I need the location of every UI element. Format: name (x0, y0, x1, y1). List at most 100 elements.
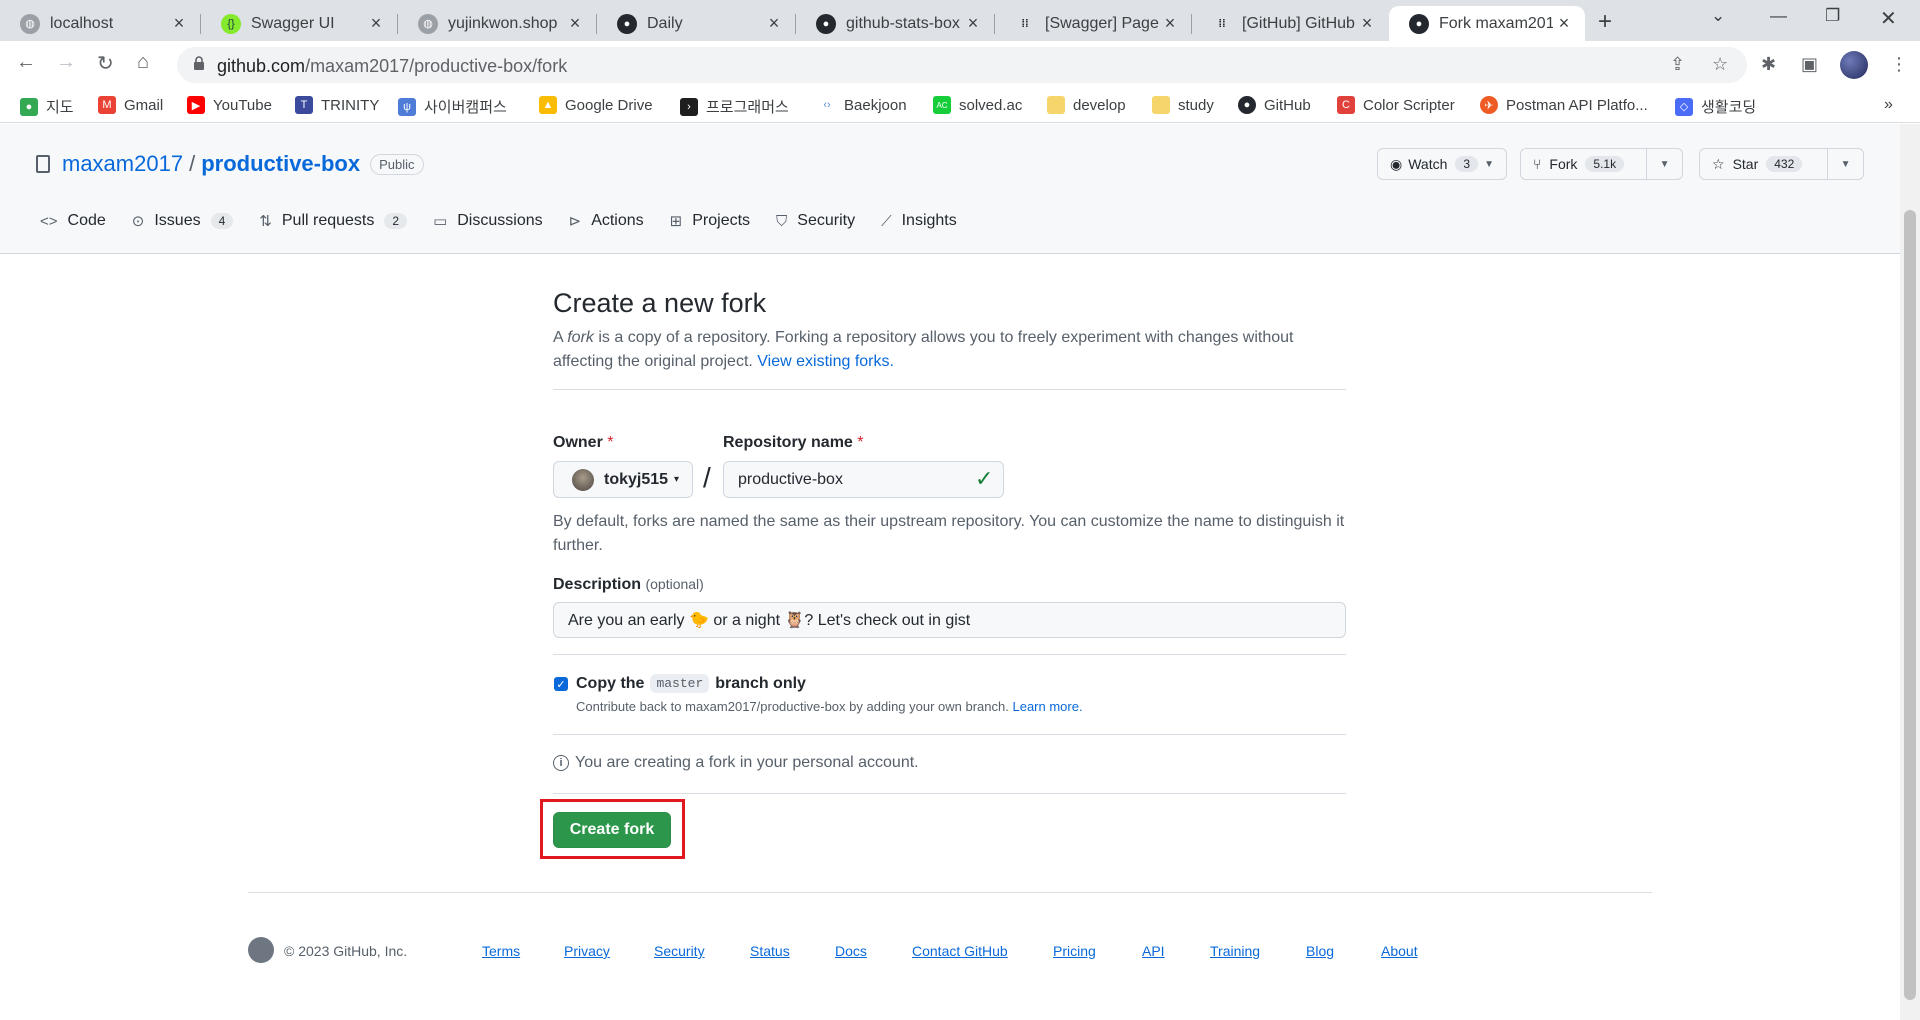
reload-icon[interactable]: ↻ (97, 51, 114, 76)
learn-more-link[interactable]: Learn more. (1012, 699, 1082, 714)
star-button-group: ☆ Star 432 ▼ (1699, 148, 1864, 180)
bookmark-item[interactable]: ● GitHub (1238, 96, 1311, 114)
tab-actions[interactable]: ⊳ Actions (569, 212, 644, 230)
footer-link-contact[interactable]: Contact GitHub (912, 943, 1008, 959)
tab-label: Daily (647, 14, 683, 32)
browser-tab[interactable]: ⁞⁞ [Swagger] Pageab × (995, 6, 1191, 41)
url-text: github.com/maxam2017/productive-box/fork (217, 56, 568, 76)
bookmark-item[interactable]: ‹› Baekjoon (818, 96, 907, 114)
footer-link-pricing[interactable]: Pricing (1053, 943, 1096, 959)
tab-label: Projects (692, 212, 751, 229)
description-input[interactable] (553, 602, 1346, 638)
pull-request-icon: ⇅ (259, 213, 272, 230)
bookmark-item[interactable]: ● 지도 (20, 96, 74, 117)
footer-link-privacy[interactable]: Privacy (564, 943, 610, 959)
bookmark-item[interactable]: develop (1047, 96, 1126, 114)
browser-tab[interactable]: ◍ yujinkwon.shop × (398, 6, 596, 41)
opentutorials-icon: ◇ (1675, 97, 1693, 116)
repo-owner-link[interactable]: maxam2017 (62, 151, 183, 177)
tab-security[interactable]: ⛉ Security (776, 212, 855, 230)
close-icon[interactable]: × (365, 13, 387, 34)
extensions-icon[interactable]: ✱ (1761, 54, 1776, 75)
repo-name-input[interactable] (723, 461, 1004, 498)
bookmark-item[interactable]: ✈ Postman API Platfo... (1480, 96, 1648, 114)
copyright: © 2023 GitHub, Inc. (284, 943, 408, 959)
footer-link-blog[interactable]: Blog (1306, 943, 1334, 959)
tab-label: yujinkwon.shop (448, 14, 558, 32)
tab-projects[interactable]: ⊞ Projects (670, 212, 750, 230)
close-icon[interactable]: × (168, 13, 190, 34)
fork-dropdown-button[interactable]: ▼ (1646, 149, 1682, 179)
back-icon[interactable]: ← (16, 51, 36, 74)
star-button[interactable]: ☆ Star 432 (1700, 149, 1827, 179)
more-bookmarks-icon[interactable]: » (1884, 96, 1893, 114)
bookmark-item[interactable]: study (1152, 96, 1214, 114)
close-icon[interactable]: × (763, 13, 785, 34)
browser-tab[interactable]: ⁞⁞ [GitHub] GitHub × (1192, 6, 1388, 41)
close-icon[interactable]: × (1553, 13, 1575, 34)
address-bar[interactable]: github.com/maxam2017/productive-box/fork (177, 47, 1747, 83)
bookmark-item[interactable]: › 프로그래머스 (680, 96, 789, 117)
create-fork-button[interactable]: Create fork (553, 812, 671, 848)
scrollbar[interactable] (1900, 124, 1920, 1020)
close-icon[interactable]: × (1159, 13, 1181, 34)
restore-icon[interactable]: ❐ (1825, 6, 1840, 26)
close-icon[interactable]: × (1356, 13, 1378, 34)
tab-pull-requests[interactable]: ⇅ Pull requests 2 (259, 212, 408, 230)
browser-tab-active[interactable]: ● Fork maxam2017 × (1389, 6, 1585, 41)
repo-name-link[interactable]: productive-box (201, 151, 360, 177)
repo-title: maxam2017 / productive-box Public (36, 151, 424, 177)
watch-button[interactable]: ◉ Watch 3 ▼ (1377, 148, 1507, 180)
browser-tab[interactable]: {} Swagger UI × (201, 6, 397, 41)
tab-insights[interactable]: ⟋ Insights (881, 212, 957, 230)
menu-icon[interactable]: ⋮ (1890, 54, 1908, 75)
close-window-icon[interactable]: ✕ (1880, 6, 1897, 31)
close-icon[interactable]: × (962, 13, 984, 34)
new-tab-button[interactable]: + (1598, 8, 1612, 36)
fork-button[interactable]: ⑂ Fork 5.1k (1521, 149, 1646, 179)
github-icon: ● (617, 13, 637, 34)
side-panel-icon[interactable]: ▣ (1801, 54, 1818, 75)
share-icon[interactable]: ⇪ (1670, 54, 1685, 75)
bookmark-item[interactable]: AC solved.ac (933, 96, 1022, 114)
browser-tab[interactable]: ◍ localhost × (0, 6, 200, 41)
scrollbar-thumb[interactable] (1904, 210, 1916, 1000)
bookmark-item[interactable]: ▲ Google Drive (539, 96, 653, 114)
bookmark-item[interactable]: C Color Scripter (1337, 96, 1455, 114)
copy-branch-checkbox[interactable]: ✓ (554, 677, 568, 691)
browser-tab[interactable]: ● Daily × (597, 6, 795, 41)
tab-label: [GitHub] GitHub (1242, 14, 1355, 32)
footer-link-terms[interactable]: Terms (482, 943, 520, 959)
browser-tab[interactable]: ● github-stats-box × (796, 6, 994, 41)
home-icon[interactable]: ⌂ (137, 51, 149, 74)
footer-link-training[interactable]: Training (1210, 943, 1260, 959)
footer-link-api[interactable]: API (1142, 943, 1165, 959)
view-forks-link[interactable]: View existing forks. (757, 353, 894, 370)
footer-link-docs[interactable]: Docs (835, 943, 867, 959)
tab-issues[interactable]: ⊙ Issues 4 (132, 212, 234, 230)
forward-icon[interactable]: → (56, 51, 76, 74)
swagger-icon: {} (221, 13, 241, 34)
bookmark-item[interactable]: ψ 사이버캠퍼스 (398, 96, 507, 117)
footer-link-security[interactable]: Security (654, 943, 705, 959)
bookmark-item[interactable]: ◇ 생활코딩 (1675, 96, 1756, 117)
tab-discussions[interactable]: ▭ Discussions (433, 212, 543, 230)
bookmark-item[interactable]: ▶ YouTube (187, 96, 272, 114)
star-dropdown-button[interactable]: ▼ (1827, 149, 1863, 179)
owner-dropdown[interactable]: tokyj515 ▾ (553, 461, 693, 498)
bookmark-item[interactable]: T TRINITY (295, 96, 379, 114)
github-logo-icon[interactable] (248, 937, 274, 963)
tab-code[interactable]: <> Code (40, 212, 106, 230)
fork-count: 5.1k (1585, 156, 1625, 172)
footer-link-status[interactable]: Status (750, 943, 790, 959)
bookmark-star-icon[interactable]: ☆ (1712, 54, 1728, 75)
tab-search-icon[interactable]: ⌄ (1711, 6, 1725, 26)
minimize-icon[interactable]: — (1770, 6, 1787, 26)
eye-icon: ◉ (1390, 155, 1403, 172)
avatar[interactable] (1840, 51, 1868, 79)
discussion-icon: ▭ (433, 213, 448, 230)
close-icon[interactable]: × (564, 13, 586, 34)
branch-name: master (650, 674, 710, 693)
footer-link-about[interactable]: About (1381, 943, 1418, 959)
bookmark-item[interactable]: M Gmail (98, 96, 163, 114)
